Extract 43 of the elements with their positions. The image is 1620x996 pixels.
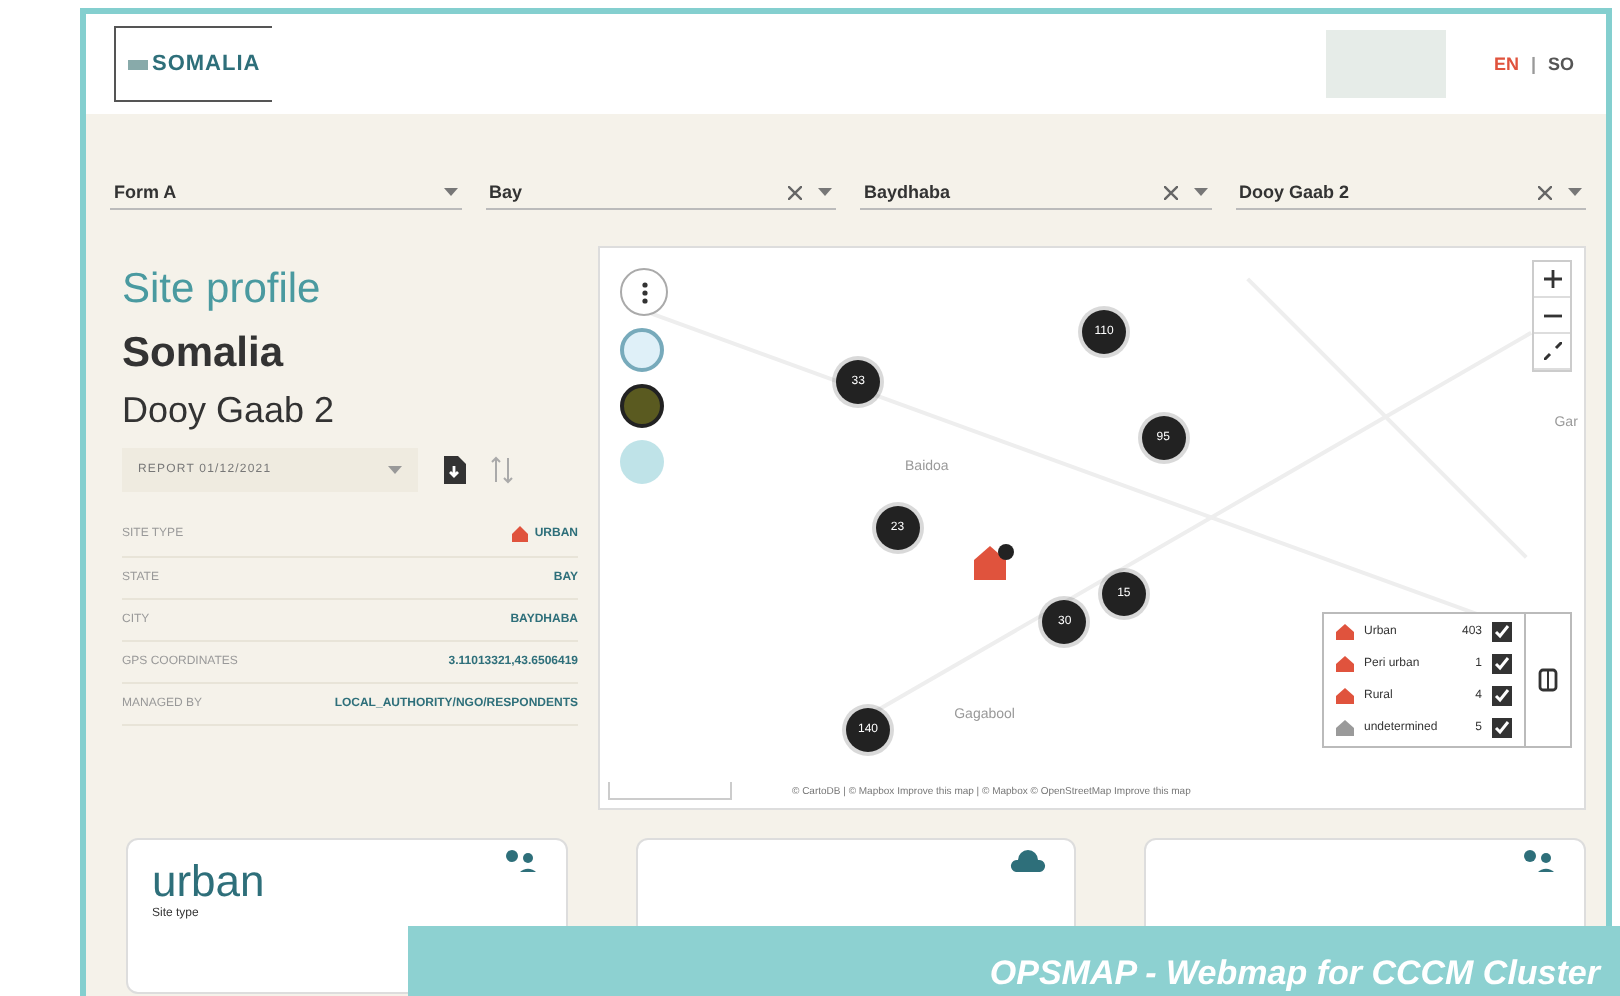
panel-toggle-icon[interactable]: [1538, 668, 1558, 692]
plus-icon: [1543, 270, 1561, 288]
minus-icon: [1543, 313, 1561, 317]
info-button[interactable]: [620, 268, 668, 316]
caret-icon: [443, 188, 457, 196]
caption-banner: OPSMAP - Webmap for CCCM Cluster: [408, 926, 1620, 996]
logo-icon: [128, 59, 148, 69]
download-icon[interactable]: [442, 456, 466, 484]
clear-icon[interactable]: [1538, 185, 1552, 199]
filter-select[interactable]: Bay: [485, 150, 836, 210]
language-separator: |: [1530, 54, 1536, 74]
expand-icon: [1543, 342, 1561, 360]
site-logo[interactable]: SOMALIA: [114, 26, 273, 102]
partner-logo-icon: [1325, 30, 1446, 98]
caret-icon: [1568, 188, 1582, 196]
scale-bar: [608, 782, 732, 800]
caret-icon: [388, 466, 402, 474]
house-icon: [512, 526, 529, 542]
page-title: Site profile: [122, 266, 323, 314]
caret-icon: [1193, 188, 1207, 196]
filter-select[interactable]: Baydhaba: [860, 150, 1211, 210]
people-icon: [1520, 848, 1556, 872]
card-title: urban: [152, 856, 265, 907]
legend-checkbox[interactable]: [1492, 654, 1512, 674]
filter-select[interactable]: Dooy Gaab 2: [1235, 150, 1586, 210]
satellite-layer-icon[interactable]: [620, 384, 664, 428]
filter-select[interactable]: Form A: [110, 150, 461, 210]
clear-icon[interactable]: [788, 185, 802, 199]
site-marker-icon[interactable]: [973, 544, 1014, 581]
language-link[interactable]: SO: [1547, 54, 1574, 74]
logo-text: SOMALIA: [152, 52, 261, 76]
caret-icon: [818, 188, 832, 196]
street-layer-icon[interactable]: [620, 328, 664, 372]
clear-icon[interactable]: [1163, 185, 1177, 199]
dots-icon: [641, 281, 647, 303]
language-link[interactable]: EN: [1493, 54, 1519, 74]
people-icon: [501, 848, 538, 872]
legend-checkbox[interactable]: [1492, 686, 1512, 706]
cloud-icon: [1010, 848, 1047, 872]
country-name: Somalia: [122, 330, 286, 378]
legend-checkbox[interactable]: [1492, 718, 1512, 738]
legend-checkbox[interactable]: [1492, 622, 1512, 642]
site-name: Dooy Gaab 2: [122, 390, 337, 432]
